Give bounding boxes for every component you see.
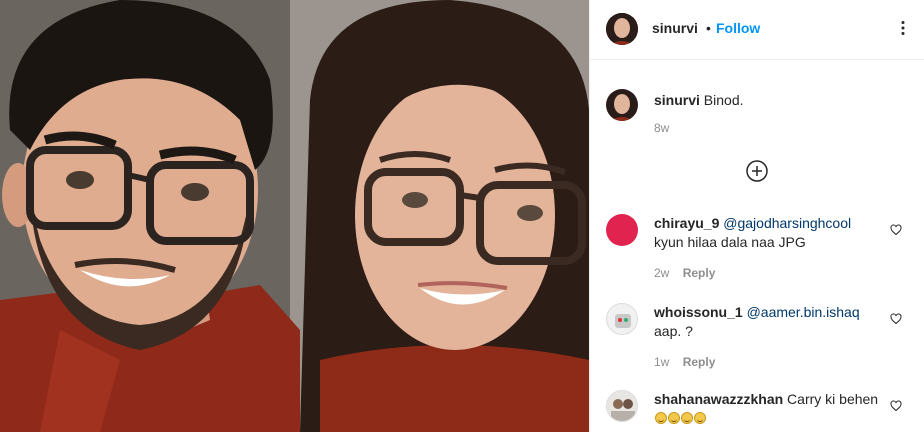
comment-age[interactable]: 1w: [654, 355, 669, 369]
grinning-emoji-icon: [694, 412, 706, 424]
emoji-group: [654, 410, 706, 426]
comment-item: whoissonu_1 @aamer.bin.ishaq aap. ? 1w R…: [606, 303, 906, 373]
comment-avatar-image: [611, 399, 635, 421]
comment-item: shahanawazzzkhan Carry ki behen: [606, 390, 906, 432]
comment-avatar[interactable]: [606, 214, 638, 246]
caption-age[interactable]: 8w: [654, 121, 669, 135]
comment-text-line: shahanawazzzkhan Carry ki behen: [654, 390, 884, 428]
heart-icon[interactable]: [890, 224, 902, 236]
caption: sinurvi Binod. 8w: [606, 89, 906, 139]
header-separator: •: [706, 20, 711, 36]
comment-avatar-image: [615, 314, 631, 328]
grinning-emoji-icon: [681, 412, 693, 424]
caption-username[interactable]: sinurvi: [654, 92, 700, 108]
heart-icon[interactable]: [890, 400, 902, 412]
comment-username[interactable]: whoissonu_1: [654, 304, 743, 320]
post-image[interactable]: [0, 0, 589, 432]
author-username[interactable]: sinurvi: [652, 20, 698, 36]
comment-text: aap. ?: [654, 323, 693, 339]
comment-meta: 2w Reply: [654, 266, 715, 280]
comment-text: kyun hilaa dala naa JPG: [654, 234, 806, 250]
comment-text: Carry ki behen: [787, 391, 879, 407]
heart-icon[interactable]: [890, 313, 902, 325]
more-options-icon[interactable]: [895, 20, 911, 36]
comment-mention[interactable]: @aamer.bin.ishaq: [747, 304, 860, 320]
post-sidebar: sinurvi • Follow sinurvi Binod. 8w chira…: [589, 0, 924, 432]
caption-text: Binod.: [703, 92, 744, 108]
load-more-comments-icon[interactable]: [746, 160, 768, 182]
comment-age[interactable]: 2w: [654, 266, 669, 280]
comment-username[interactable]: chirayu_9: [654, 215, 719, 231]
author-avatar-image: [606, 13, 638, 45]
comment-item: chirayu_9 @gajodharsinghcool kyun hilaa …: [606, 214, 906, 284]
comment-mention[interactable]: @gajodharsinghcool: [723, 215, 851, 231]
post-photo: [0, 0, 589, 432]
follow-button[interactable]: Follow: [716, 20, 760, 36]
comment-text-line: chirayu_9 @gajodharsinghcool kyun hilaa …: [654, 214, 884, 252]
comment-avatar[interactable]: [606, 303, 638, 335]
author-avatar[interactable]: [606, 13, 638, 45]
reply-button[interactable]: Reply: [683, 266, 716, 280]
grinning-emoji-icon: [668, 412, 680, 424]
post-header: sinurvi • Follow: [590, 0, 924, 60]
comment-username[interactable]: shahanawazzzkhan: [654, 391, 783, 407]
grinning-emoji-icon: [655, 412, 667, 424]
caption-avatar-image: [606, 89, 638, 121]
reply-button[interactable]: Reply: [683, 355, 716, 369]
comment-text-line: whoissonu_1 @aamer.bin.ishaq aap. ?: [654, 303, 884, 341]
comment-avatar[interactable]: [606, 390, 638, 422]
caption-text-line: sinurvi Binod.: [654, 91, 884, 110]
caption-avatar[interactable]: [606, 89, 638, 121]
comment-meta: 1w Reply: [654, 355, 715, 369]
